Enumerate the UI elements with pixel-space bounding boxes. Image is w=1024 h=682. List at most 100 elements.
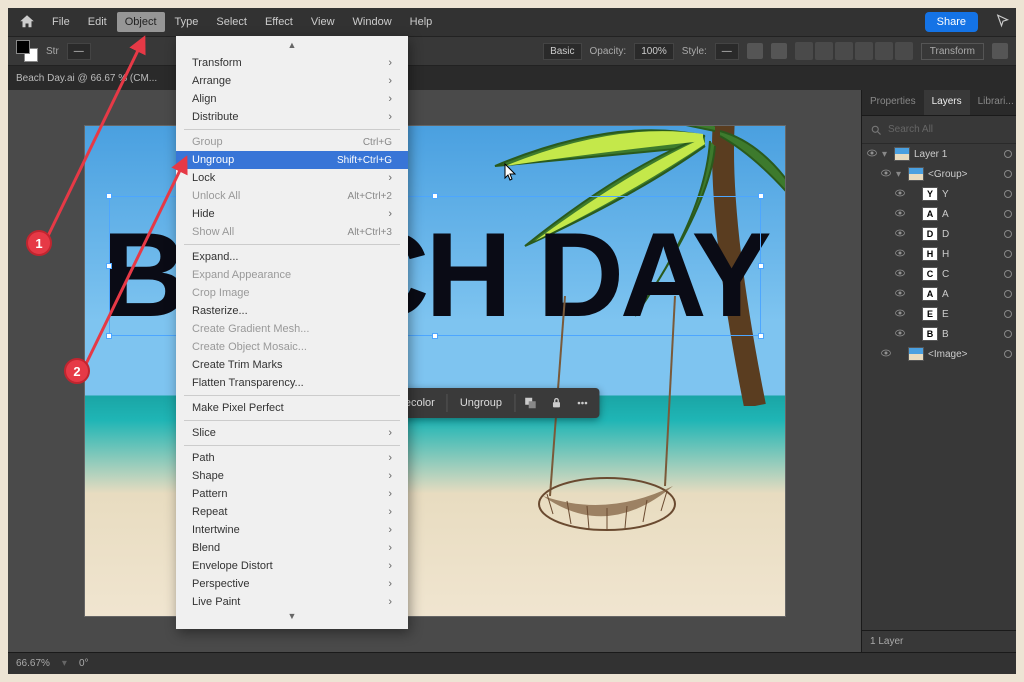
target-icon[interactable] (1004, 210, 1012, 218)
menu-item-expand-[interactable]: Expand... (176, 248, 408, 266)
align-vcenter-icon[interactable] (875, 42, 893, 60)
menu-item-hide[interactable]: Hide (176, 205, 408, 223)
visibility-icon[interactable] (894, 207, 906, 222)
target-icon[interactable] (1004, 350, 1012, 358)
menu-object[interactable]: Object (117, 12, 165, 32)
menu-item-create-trim-marks[interactable]: Create Trim Marks (176, 356, 408, 374)
opacity-label: Opacity: (590, 46, 627, 57)
menu-item-flatten-transparency-[interactable]: Flatten Transparency... (176, 374, 408, 392)
layers-search[interactable]: Search All (862, 116, 1016, 144)
ctx-arrange-icon[interactable] (517, 392, 543, 414)
target-icon[interactable] (1004, 310, 1012, 318)
layer-row[interactable]: EE (862, 304, 1016, 324)
align-hcenter-icon[interactable] (815, 42, 833, 60)
target-icon[interactable] (1004, 290, 1012, 298)
ctx-lock-icon[interactable] (543, 392, 569, 414)
menu-item-pattern[interactable]: Pattern (176, 485, 408, 503)
visibility-icon[interactable] (894, 327, 906, 342)
menu-edit[interactable]: Edit (80, 12, 115, 32)
tab-properties[interactable]: Properties (862, 90, 924, 115)
menu-window[interactable]: Window (345, 12, 400, 32)
layer-row[interactable]: AA (862, 284, 1016, 304)
target-icon[interactable] (1004, 270, 1012, 278)
visibility-icon[interactable] (894, 307, 906, 322)
layer-row[interactable]: DD (862, 224, 1016, 244)
expand-chevron-icon[interactable]: ▾ (896, 169, 904, 180)
preferences-icon[interactable] (771, 43, 787, 59)
menu-effect[interactable]: Effect (257, 12, 301, 32)
zoom-level[interactable]: 66.67% (16, 658, 50, 669)
layer-row[interactable]: AA (862, 204, 1016, 224)
rotation[interactable]: 0° (79, 658, 89, 669)
menu-item-path[interactable]: Path (176, 449, 408, 467)
visibility-icon[interactable] (894, 267, 906, 282)
align-bottom-icon[interactable] (895, 42, 913, 60)
expand-chevron-icon[interactable]: ▾ (882, 149, 890, 160)
selection-tool-icon[interactable] (994, 13, 1012, 31)
menu-type[interactable]: Type (167, 12, 207, 32)
menu-file[interactable]: File (44, 12, 78, 32)
align-top-icon[interactable] (855, 42, 873, 60)
opacity-value[interactable]: 100% (634, 43, 674, 60)
tab-libraries[interactable]: Librari... (970, 90, 1022, 115)
target-icon[interactable] (1004, 250, 1012, 258)
layer-row[interactable]: <Image> (862, 344, 1016, 364)
visibility-icon[interactable] (894, 287, 906, 302)
menu-item-perspective[interactable]: Perspective (176, 575, 408, 593)
menu-item-make-pixel-perfect[interactable]: Make Pixel Perfect (176, 399, 408, 417)
graphic-style[interactable]: — (715, 43, 739, 60)
menu-item-ungroup[interactable]: UngroupShift+Ctrl+G (176, 151, 408, 169)
home-icon[interactable] (18, 13, 36, 31)
menu-scroll-down-icon[interactable]: ▼ (176, 611, 408, 625)
target-icon[interactable] (1004, 330, 1012, 338)
menu-item-shape[interactable]: Shape (176, 467, 408, 485)
menu-item-slice[interactable]: Slice (176, 424, 408, 442)
ctx-more-icon[interactable] (569, 392, 595, 414)
layer-row[interactable]: ▾Layer 1 (862, 144, 1016, 164)
target-icon[interactable] (1004, 170, 1012, 178)
menu-item-intertwine[interactable]: Intertwine (176, 521, 408, 539)
target-icon[interactable] (1004, 190, 1012, 198)
visibility-icon[interactable] (894, 227, 906, 242)
layer-row[interactable]: BB (862, 324, 1016, 344)
menu-item-arrange[interactable]: Arrange (176, 72, 408, 90)
target-icon[interactable] (1004, 230, 1012, 238)
visibility-icon[interactable] (880, 167, 892, 182)
doc-setup-icon[interactable] (747, 43, 763, 59)
menu-select[interactable]: Select (208, 12, 255, 32)
menu-item-transform[interactable]: Transform (176, 54, 408, 72)
menu-item-live-paint[interactable]: Live Paint (176, 593, 408, 611)
layer-row[interactable]: ▾<Group> (862, 164, 1016, 184)
visibility-icon[interactable] (894, 187, 906, 202)
visibility-icon[interactable] (866, 147, 878, 162)
visibility-icon[interactable] (894, 247, 906, 262)
visibility-icon[interactable] (880, 347, 892, 362)
menu-scroll-up-icon[interactable]: ▲ (176, 40, 408, 54)
share-button[interactable]: Share (925, 12, 978, 32)
transform-button[interactable]: Transform (921, 43, 984, 60)
menu-item-envelope-distort[interactable]: Envelope Distort (176, 557, 408, 575)
menu-item-align[interactable]: Align (176, 90, 408, 108)
variable-width-profile[interactable]: Basic (543, 43, 581, 60)
menu-item-distribute[interactable]: Distribute (176, 108, 408, 126)
more-options-icon[interactable] (992, 43, 1008, 59)
target-icon[interactable] (1004, 150, 1012, 158)
menu-item-lock[interactable]: Lock (176, 169, 408, 187)
align-left-icon[interactable] (795, 42, 813, 60)
layer-name: C (942, 269, 949, 280)
document-tab[interactable]: Beach Day.ai @ 66.67 % (CM... (16, 73, 157, 84)
tab-layers[interactable]: Layers (924, 90, 970, 115)
layer-row[interactable]: YY (862, 184, 1016, 204)
stroke-weight[interactable]: — (67, 43, 91, 60)
layer-row[interactable]: HH (862, 244, 1016, 264)
menu-item-blend[interactable]: Blend (176, 539, 408, 557)
menu-view[interactable]: View (303, 12, 343, 32)
menu-item-rasterize-[interactable]: Rasterize... (176, 302, 408, 320)
layer-row[interactable]: CC (862, 264, 1016, 284)
menu-item-repeat[interactable]: Repeat (176, 503, 408, 521)
menu-help[interactable]: Help (402, 12, 441, 32)
fill-stroke-swatch[interactable] (16, 40, 38, 62)
canvas-area[interactable]: BEACH DAY (8, 90, 861, 652)
ctx-ungroup[interactable]: Ungroup (450, 393, 512, 413)
align-right-icon[interactable] (835, 42, 853, 60)
